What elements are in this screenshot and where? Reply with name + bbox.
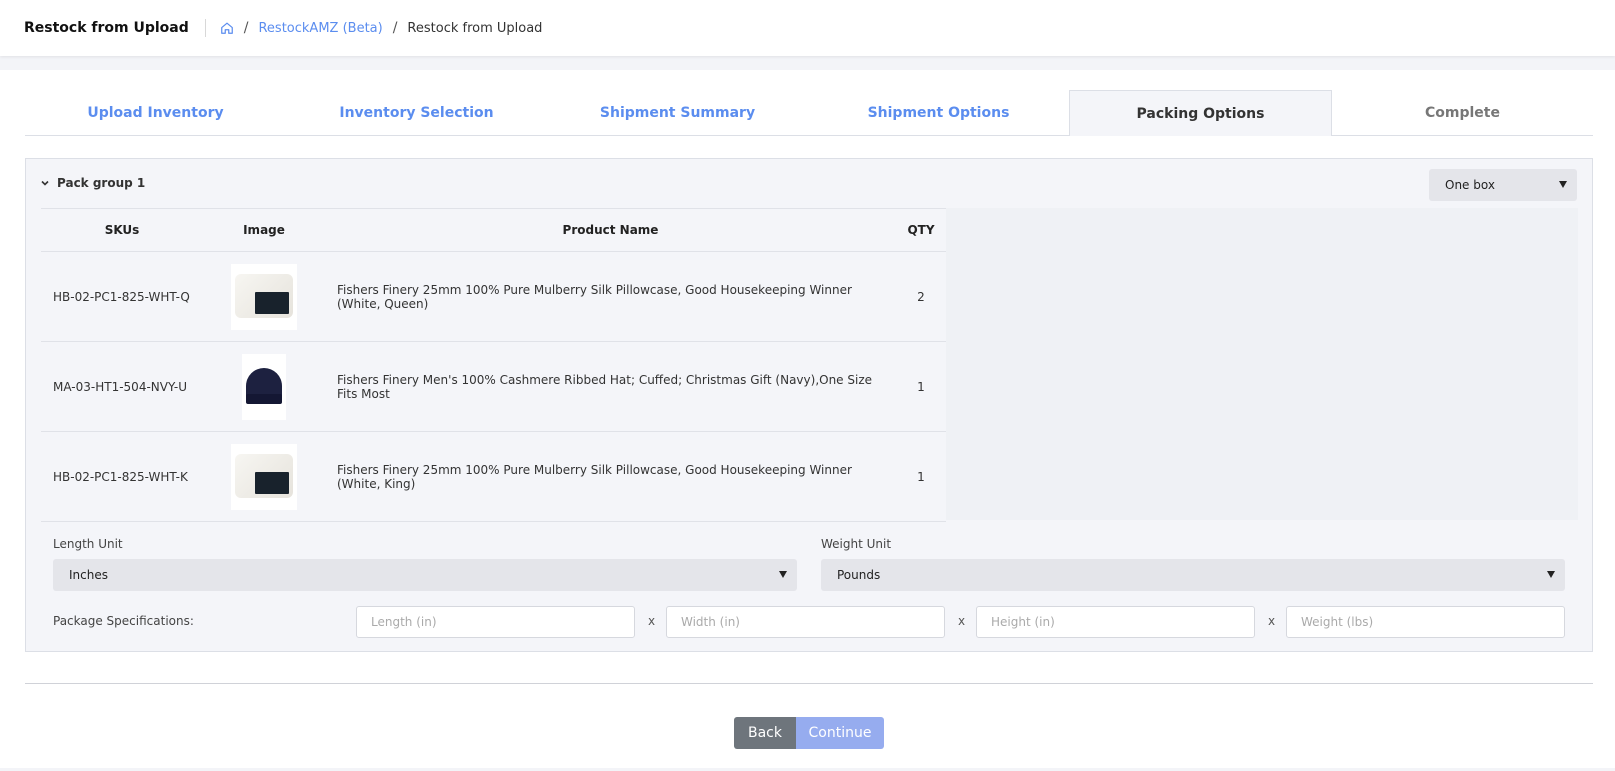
tab-shipment-options[interactable]: Shipment Options xyxy=(808,90,1069,135)
breadcrumb: / RestockAMZ (Beta) / Restock from Uploa… xyxy=(220,20,543,36)
pack-group-toggle[interactable]: Pack group 1 xyxy=(40,176,145,190)
pillowcase-image xyxy=(231,263,297,330)
qty-cell: 2 xyxy=(896,251,946,342)
dimension-separator: x xyxy=(648,614,656,628)
length-unit-select[interactable]: Inches xyxy=(53,559,797,591)
qty-cell: 1 xyxy=(896,341,946,432)
image-cell xyxy=(203,251,325,342)
box-option-value: One box xyxy=(1445,178,1495,192)
column-header-product-name: Product Name xyxy=(325,208,896,252)
hat-image xyxy=(242,353,286,420)
column-header-image: Image xyxy=(203,208,325,252)
product-name-cell: Fishers Finery 25mm 100% Pure Mulberry S… xyxy=(325,431,896,522)
dimension-separator: x xyxy=(1268,614,1276,628)
column-header-qty: QTY xyxy=(896,208,946,252)
weight-unit-label: Weight Unit xyxy=(821,537,892,551)
weight-unit-value: Pounds xyxy=(837,568,881,582)
table-row: HB-02-PC1-825-WHT-K Fishers Finery 25mm … xyxy=(41,431,946,522)
product-name-cell: Fishers Finery 25mm 100% Pure Mulberry S… xyxy=(325,251,896,342)
package-specs-label: Package Specifications: xyxy=(53,614,194,628)
breadcrumb-separator: / xyxy=(243,20,249,36)
table-row: MA-03-HT1-504-NVY-U Fishers Finery Men's… xyxy=(41,341,946,432)
box-option-select[interactable]: One box xyxy=(1429,169,1577,201)
step-tabs: Upload Inventory Inventory Selection Shi… xyxy=(25,90,1593,136)
tab-upload-inventory[interactable]: Upload Inventory xyxy=(25,90,286,135)
product-table: SKUs Image Product Name QTY HB-02-PC1-82… xyxy=(41,208,946,522)
breadcrumb-separator: / xyxy=(392,20,398,36)
dimension-separator: x xyxy=(958,614,966,628)
tab-inventory-selection[interactable]: Inventory Selection xyxy=(286,90,547,135)
breadcrumb-current: Restock from Upload xyxy=(407,20,543,36)
continue-button[interactable]: Continue xyxy=(796,717,884,749)
breadcrumb-link-restockamz[interactable]: RestockAMZ (Beta) xyxy=(258,21,382,36)
table-row: HB-02-PC1-825-WHT-Q Fishers Finery 25mm … xyxy=(41,251,946,342)
tab-shipment-summary[interactable]: Shipment Summary xyxy=(547,90,808,135)
table-header-row: SKUs Image Product Name QTY xyxy=(41,208,946,252)
height-input[interactable] xyxy=(976,606,1255,638)
home-icon[interactable] xyxy=(220,21,234,35)
top-bar: Restock from Upload / RestockAMZ (Beta) … xyxy=(0,0,1615,56)
page-title: Restock from Upload xyxy=(24,20,189,36)
sku-cell: HB-02-PC1-825-WHT-Q xyxy=(41,251,203,342)
sku-cell: HB-02-PC1-825-WHT-K xyxy=(41,431,203,522)
product-table-area: SKUs Image Product Name QTY HB-02-PC1-82… xyxy=(41,208,1578,522)
length-input[interactable] xyxy=(356,606,635,638)
back-button[interactable]: Back xyxy=(734,717,796,749)
title-divider xyxy=(204,19,206,37)
caret-down-icon xyxy=(1547,571,1555,578)
length-unit-label: Length Unit xyxy=(53,537,123,551)
main-card: Upload Inventory Inventory Selection Shi… xyxy=(0,70,1615,768)
tab-packing-options[interactable]: Packing Options xyxy=(1069,90,1332,136)
qty-cell: 1 xyxy=(896,431,946,522)
weight-input[interactable] xyxy=(1286,606,1565,638)
pack-group-title: Pack group 1 xyxy=(57,176,146,190)
tab-complete[interactable]: Complete xyxy=(1332,90,1593,135)
product-name-cell: Fishers Finery Men's 100% Cashmere Ribbe… xyxy=(325,341,896,432)
pack-group-panel: Pack group 1 One box SKUs Image Product … xyxy=(25,158,1593,652)
length-unit-value: Inches xyxy=(69,568,108,582)
chevron-down-icon xyxy=(41,180,49,186)
sku-cell: MA-03-HT1-504-NVY-U xyxy=(41,341,203,432)
column-header-skus: SKUs xyxy=(41,208,203,252)
pillowcase-image xyxy=(231,443,297,510)
footer-divider xyxy=(25,683,1593,684)
image-cell xyxy=(203,341,325,432)
image-cell xyxy=(203,431,325,522)
width-input[interactable] xyxy=(666,606,945,638)
caret-down-icon xyxy=(779,571,787,578)
caret-down-icon xyxy=(1559,181,1567,188)
weight-unit-select[interactable]: Pounds xyxy=(821,559,1565,591)
